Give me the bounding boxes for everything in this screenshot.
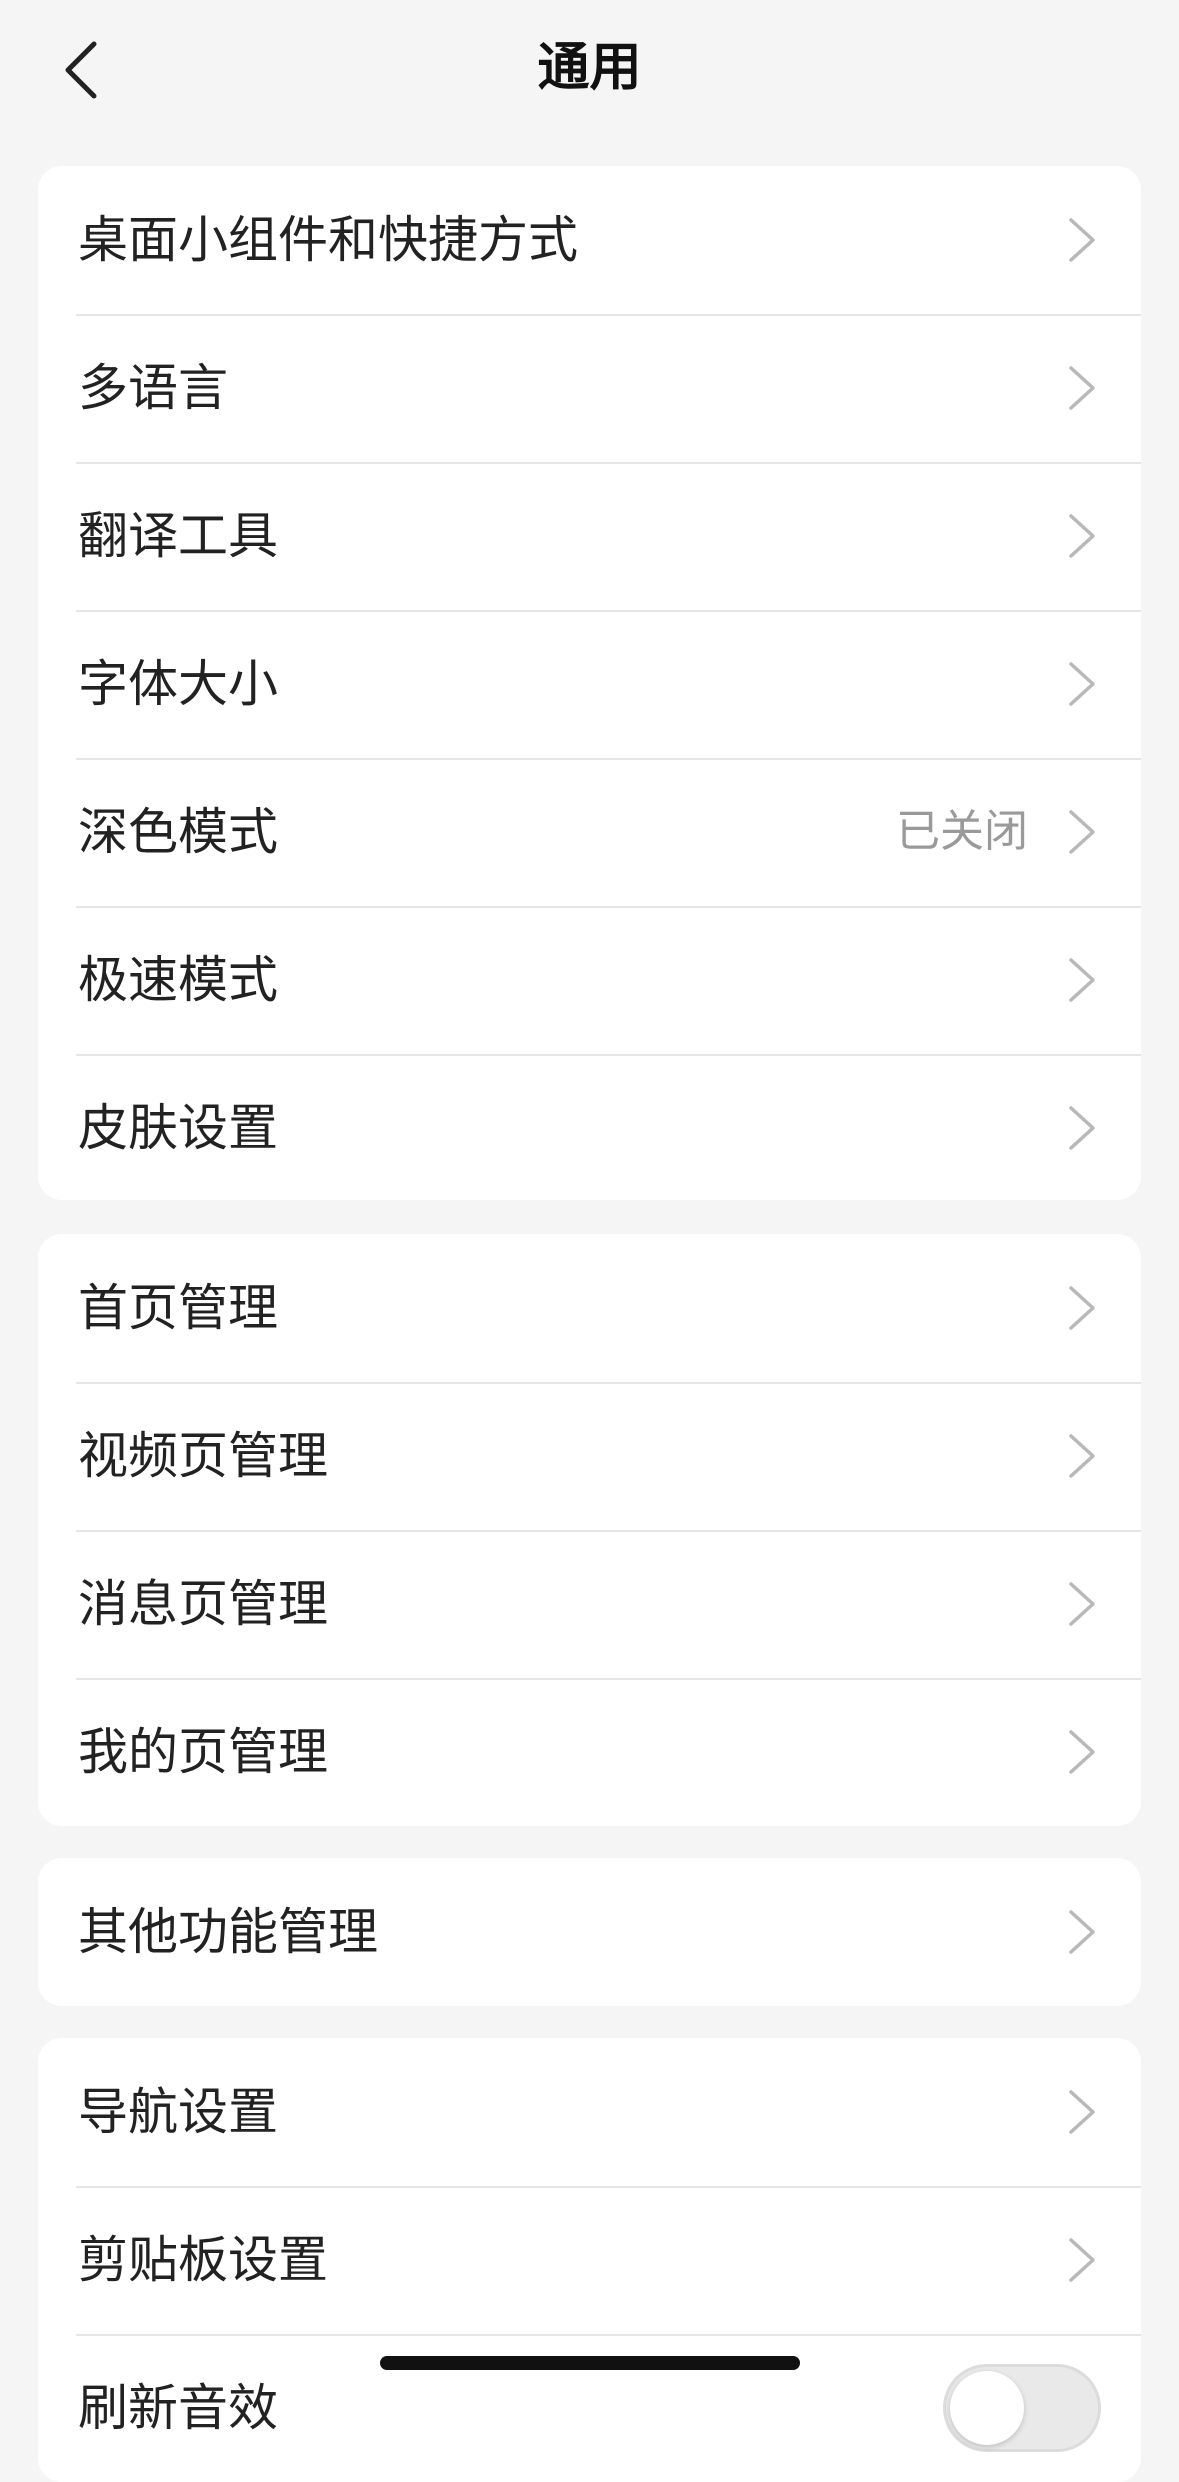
row-label: 极速模式 — [78, 951, 278, 1009]
row-fast-mode[interactable]: 极速模式 — [38, 906, 1141, 1054]
row-label: 导航设置 — [78, 2083, 278, 2141]
row-label: 字体大小 — [78, 655, 278, 713]
row-label: 消息页管理 — [78, 1575, 328, 1633]
chevron-right-icon — [1069, 1286, 1095, 1330]
row-other-features-management[interactable]: 其他功能管理 — [38, 1858, 1141, 2006]
row-label: 多语言 — [78, 359, 228, 417]
chevron-right-icon — [1069, 662, 1095, 706]
chevron-right-icon — [1069, 958, 1095, 1002]
row-navigation-settings[interactable]: 导航设置 — [38, 2038, 1141, 2186]
settings-group-other: 其他功能管理 — [38, 1858, 1141, 2006]
chevron-right-icon — [1069, 218, 1095, 262]
row-font-size[interactable]: 字体大小 — [38, 610, 1141, 758]
row-language[interactable]: 多语言 — [38, 314, 1141, 462]
navigation-bar: 通用 — [0, 0, 1179, 140]
settings-group-display: 桌面小组件和快捷方式 多语言 翻译工具 字体大小 深色模式 已关闭 极速模式 皮… — [38, 166, 1141, 1200]
chevron-right-icon — [1069, 1434, 1095, 1478]
chevron-right-icon — [1069, 2090, 1095, 2134]
row-message-page-management[interactable]: 消息页管理 — [38, 1530, 1141, 1678]
row-label: 剪贴板设置 — [78, 2231, 328, 2289]
row-label: 其他功能管理 — [78, 1903, 378, 1961]
toggle-knob — [950, 2371, 1024, 2445]
row-my-page-management[interactable]: 我的页管理 — [38, 1678, 1141, 1826]
row-dark-mode[interactable]: 深色模式 已关闭 — [38, 758, 1141, 906]
chevron-right-icon — [1069, 366, 1095, 410]
refresh-sound-toggle[interactable] — [943, 2364, 1101, 2452]
settings-group-page-management: 首页管理 视频页管理 消息页管理 我的页管理 — [38, 1234, 1141, 1826]
row-video-page-management[interactable]: 视频页管理 — [38, 1382, 1141, 1530]
row-skin-settings[interactable]: 皮肤设置 — [38, 1054, 1141, 1200]
chevron-right-icon — [1069, 1910, 1095, 1954]
row-clipboard-settings[interactable]: 剪贴板设置 — [38, 2186, 1141, 2334]
chevron-right-icon — [1069, 2238, 1095, 2282]
row-label: 视频页管理 — [78, 1427, 328, 1485]
row-label: 皮肤设置 — [78, 1099, 278, 1157]
row-label: 翻译工具 — [78, 507, 278, 565]
chevron-right-icon — [1069, 1730, 1095, 1774]
chevron-right-icon — [1069, 514, 1095, 558]
row-label: 刷新音效 — [78, 2379, 278, 2437]
row-label: 深色模式 — [78, 803, 278, 861]
row-widgets-shortcuts[interactable]: 桌面小组件和快捷方式 — [38, 166, 1141, 314]
chevron-right-icon — [1069, 1582, 1095, 1626]
row-home-page-management[interactable]: 首页管理 — [38, 1234, 1141, 1382]
settings-group-navigation: 导航设置 剪贴板设置 刷新音效 — [38, 2038, 1141, 2482]
home-indicator — [380, 2356, 800, 2370]
chevron-right-icon — [1069, 1106, 1095, 1150]
dark-mode-status: 已关闭 — [896, 806, 1028, 857]
row-label: 我的页管理 — [78, 1723, 328, 1781]
row-label: 首页管理 — [78, 1279, 278, 1337]
row-label: 桌面小组件和快捷方式 — [78, 211, 578, 269]
row-translation-tool[interactable]: 翻译工具 — [38, 462, 1141, 610]
page-title: 通用 — [537, 38, 642, 98]
chevron-right-icon — [1069, 810, 1095, 854]
